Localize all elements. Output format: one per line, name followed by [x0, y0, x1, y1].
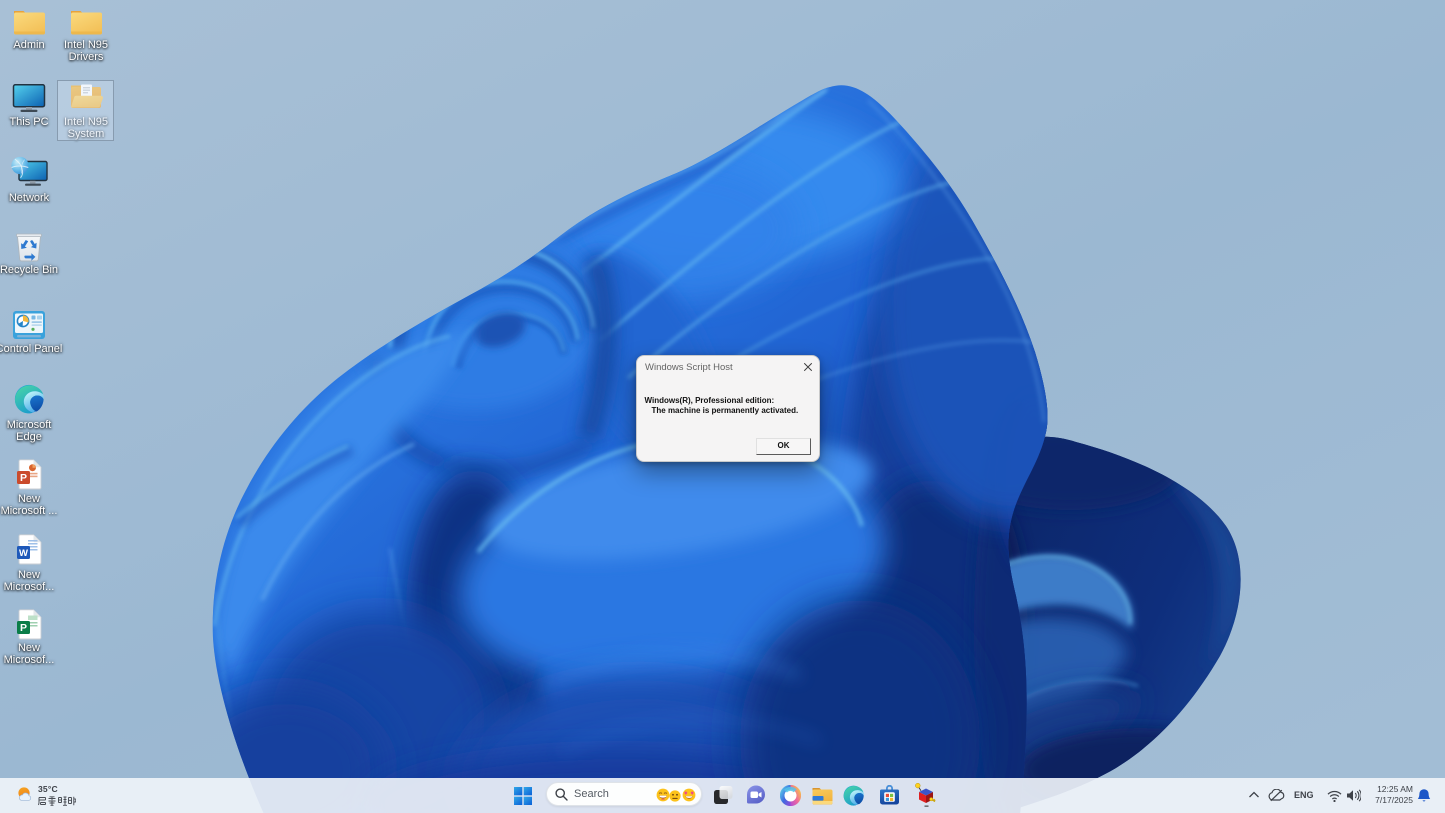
svg-text:P: P	[20, 472, 27, 484]
svg-text:P: P	[20, 622, 27, 634]
svg-text:W: W	[19, 548, 28, 559]
